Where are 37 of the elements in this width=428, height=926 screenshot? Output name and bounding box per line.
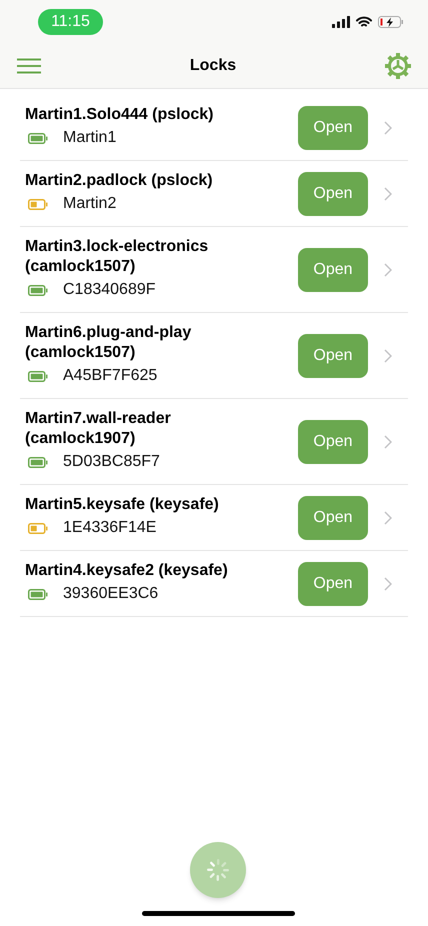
- settings-icon[interactable]: [385, 53, 411, 79]
- lock-id: 39360EE3C6: [63, 584, 158, 604]
- lock-id: A45BF7F625: [63, 366, 158, 386]
- open-button[interactable]: Open: [298, 420, 368, 464]
- menu-icon[interactable]: [17, 58, 41, 74]
- chevron-icon[interactable]: [384, 120, 392, 134]
- lock-id: C18340689F: [63, 280, 156, 300]
- lock-id: 5D03BC85F7: [63, 452, 160, 472]
- spinner-icon: [206, 858, 230, 882]
- lock-name: Martin2.padlock (pslock): [25, 171, 214, 191]
- lock-name: Martin1.Solo444 (pslock): [25, 105, 214, 125]
- wifi-icon: [356, 16, 372, 28]
- lock-id: 1E4336F14E: [63, 518, 156, 538]
- chevron-icon[interactable]: [384, 348, 392, 362]
- lock-name: Martin3.lock-electronics (camlock1507): [25, 237, 210, 277]
- chevron-icon[interactable]: [384, 262, 392, 276]
- chevron-icon[interactable]: [384, 510, 392, 524]
- signal-icon: [332, 16, 350, 28]
- loading-button[interactable]: [190, 842, 246, 898]
- open-button[interactable]: Open: [298, 106, 368, 150]
- open-button[interactable]: Open: [298, 248, 368, 292]
- open-button[interactable]: Open: [298, 562, 368, 606]
- lock-name: Martin6.plug-and-play (camlock1507): [25, 323, 192, 363]
- chevron-icon[interactable]: [384, 576, 392, 590]
- open-button[interactable]: Open: [298, 172, 368, 216]
- lock-name: Martin4.keysafe2 (keysafe): [25, 561, 229, 581]
- page-title: Locks: [190, 56, 236, 76]
- lock-name: Martin5.keysafe (keysafe): [25, 495, 220, 515]
- lock-id: Martin2: [63, 194, 116, 214]
- open-button[interactable]: Open: [298, 334, 368, 378]
- chevron-icon[interactable]: [384, 186, 392, 200]
- battery-charging-icon: [378, 16, 404, 28]
- open-button[interactable]: Open: [298, 496, 368, 540]
- lock-id: Martin1: [63, 128, 116, 148]
- chevron-icon[interactable]: [384, 434, 392, 448]
- lock-name: Martin7.wall-reader (camlock1907): [25, 409, 172, 449]
- status-time: 11:15: [38, 9, 103, 35]
